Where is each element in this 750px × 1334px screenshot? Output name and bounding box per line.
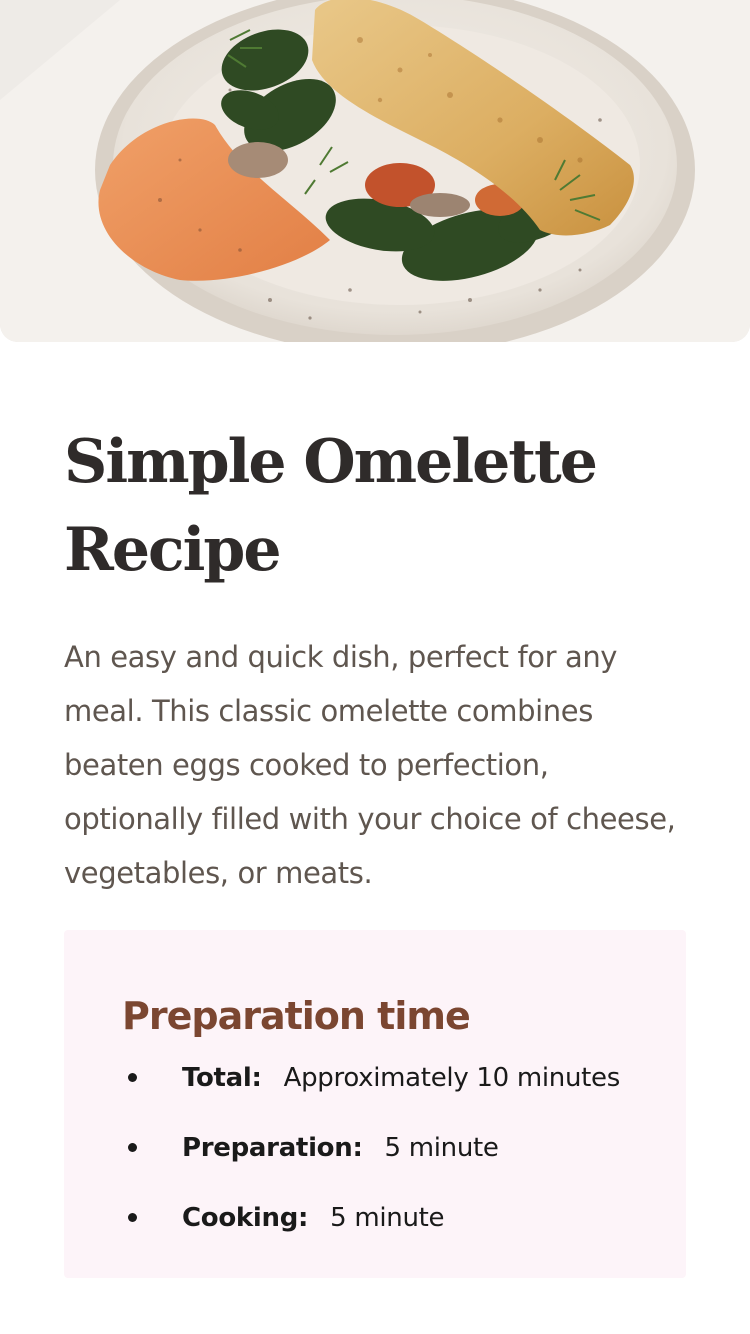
prep-item-label: Preparation: xyxy=(182,1133,363,1163)
bullet-icon xyxy=(128,1143,137,1152)
preparation-time-list: Total: Approximately 10 minutes Preparat… xyxy=(122,1056,642,1266)
preparation-time-heading: Preparation time xyxy=(122,994,471,1038)
hero-image xyxy=(0,0,750,342)
prep-item-label: Cooking: xyxy=(182,1203,309,1233)
recipe-title: Simple Omelette Recipe xyxy=(64,427,598,585)
list-item: Preparation: 5 minute xyxy=(122,1126,642,1196)
list-item: Total: Approximately 10 minutes xyxy=(122,1056,642,1126)
bullet-icon xyxy=(128,1213,137,1222)
preparation-time-panel: Preparation time Total: Approximately 10… xyxy=(64,930,686,1278)
prep-item-value: 5 minute xyxy=(330,1203,445,1233)
bullet-icon xyxy=(128,1073,137,1082)
omelette-photo xyxy=(0,0,750,342)
prep-item-value: Approximately 10 minutes xyxy=(283,1063,621,1093)
recipe-page: Simple Omelette Recipe An easy and quick… xyxy=(0,0,750,1334)
recipe-description: An easy and quick dish, perfect for any … xyxy=(64,640,676,890)
prep-item-label: Total: xyxy=(182,1063,262,1093)
list-item: Cooking: 5 minute xyxy=(122,1196,642,1266)
prep-item-value: 5 minute xyxy=(384,1133,499,1163)
